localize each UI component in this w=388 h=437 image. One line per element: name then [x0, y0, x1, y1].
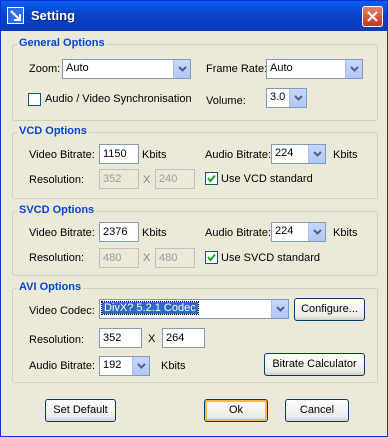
vcd-video-bitrate-input[interactable]: 1150	[99, 144, 139, 164]
vcd-resolution-label: Resolution:	[29, 174, 85, 186]
vcd-use-standard-label[interactable]: Use VCD standard	[221, 173, 313, 185]
vcd-audio-bitrate-value: 224	[275, 147, 294, 159]
avi-audio-bitrate-value: 192	[103, 359, 122, 371]
chevron-down-icon	[294, 95, 303, 101]
group-legend: SVCD Options	[17, 204, 97, 216]
cancel-button[interactable]: Cancel	[285, 399, 349, 422]
svcd-res-width-input: 480	[99, 248, 139, 268]
avi-audio-bitrate-unit: Kbits	[161, 360, 186, 372]
chevron-down-icon	[137, 363, 146, 369]
vcd-res-width-input: 352	[99, 169, 139, 189]
zoom-select[interactable]: Auto	[62, 59, 191, 79]
group-legend: AVI Options	[17, 281, 84, 293]
vcd-res-separator: X	[143, 174, 151, 186]
svcd-audio-bitrate-label: Audio Bitrate:	[205, 227, 272, 239]
vcd-audio-bitrate-select[interactable]: 224	[271, 144, 326, 164]
close-button[interactable]	[362, 6, 383, 27]
svcd-res-separator: X	[143, 252, 151, 264]
avi-codec-label: Video Codec:	[29, 305, 95, 317]
bitrate-calculator-button[interactable]: Bitrate Calculator	[264, 353, 365, 376]
window-title: Setting	[31, 8, 76, 23]
chevron-down-icon	[313, 229, 322, 235]
avi-res-separator: X	[148, 333, 156, 345]
svcd-resolution-label: Resolution:	[29, 252, 85, 264]
svcd-video-bitrate-input[interactable]: 2376	[99, 222, 139, 242]
avi-audio-bitrate-label: Audio Bitrate:	[29, 360, 96, 372]
vcd-use-standard-checkbox[interactable]	[205, 172, 218, 185]
group-legend: General Options	[17, 37, 107, 49]
set-default-button[interactable]: Set Default	[45, 399, 116, 422]
title-bar[interactable]: Setting	[1, 1, 387, 31]
app-arrow-icon[interactable]	[7, 7, 24, 24]
zoom-value: Auto	[66, 62, 89, 74]
vcd-audio-bitrate-unit: Kbits	[333, 149, 358, 161]
zoom-label: Zoom:	[29, 63, 61, 75]
avi-audio-bitrate-select[interactable]: 192	[99, 356, 150, 376]
configure-button[interactable]: Configure...	[294, 298, 365, 321]
dropdown-button[interactable]	[308, 223, 325, 241]
chevron-down-icon	[313, 151, 322, 157]
svcd-res-height-input: 480	[155, 248, 195, 268]
av-sync-checkbox[interactable]	[28, 93, 41, 106]
svcd-audio-bitrate-select[interactable]: 224	[271, 222, 326, 242]
dropdown-button[interactable]	[308, 145, 325, 163]
vcd-res-height-input: 240	[155, 169, 195, 189]
svcd-options-group: SVCD Options	[12, 204, 378, 276]
group-legend: VCD Options	[17, 125, 89, 137]
dropdown-button[interactable]	[289, 89, 306, 107]
close-icon	[367, 11, 378, 22]
svcd-use-standard-label[interactable]: Use SVCD standard	[221, 252, 320, 264]
chevron-down-icon	[276, 306, 285, 312]
avi-res-width-input[interactable]: 352	[99, 328, 142, 348]
volume-select[interactable]: 3.0	[266, 88, 307, 108]
svcd-audio-bitrate-unit: Kbits	[333, 227, 358, 239]
svcd-use-standard-checkbox[interactable]	[205, 251, 218, 264]
avi-codec-select[interactable]: DivX? 5.2.1 Codec	[99, 299, 289, 319]
frame-rate-select[interactable]: Auto	[266, 59, 363, 79]
avi-codec-value: DivX? 5.2.1 Codec	[101, 301, 199, 315]
vcd-video-bitrate-label: Video Bitrate:	[29, 149, 95, 161]
chevron-down-icon	[178, 66, 187, 72]
settings-dialog: Setting General Options Zoom: Auto Frame…	[0, 0, 388, 437]
dropdown-button[interactable]	[132, 357, 149, 375]
svcd-audio-bitrate-value: 224	[275, 225, 294, 237]
avi-res-height-input[interactable]: 264	[162, 328, 205, 348]
av-sync-label[interactable]: Audio / Video Synchronisation	[45, 93, 192, 105]
frame-rate-value: Auto	[270, 62, 293, 74]
checkmark-icon	[207, 174, 216, 183]
frame-rate-label: Frame Rate:	[206, 63, 268, 75]
vcd-audio-bitrate-label: Audio Bitrate:	[205, 149, 272, 161]
dropdown-button[interactable]	[173, 60, 190, 78]
dropdown-button[interactable]	[271, 300, 288, 318]
vcd-video-bitrate-unit: Kbits	[142, 149, 167, 161]
volume-label: Volume:	[206, 95, 246, 107]
svcd-video-bitrate-unit: Kbits	[142, 227, 167, 239]
avi-resolution-label: Resolution:	[29, 334, 85, 346]
checkmark-icon	[207, 253, 216, 262]
ok-button[interactable]: Ok	[204, 399, 268, 422]
volume-value: 3.0	[270, 91, 286, 103]
general-options-group: General Options	[12, 37, 378, 121]
chevron-down-icon	[350, 66, 359, 72]
svcd-video-bitrate-label: Video Bitrate:	[29, 227, 95, 239]
vcd-options-group: VCD Options	[12, 125, 378, 199]
dropdown-button[interactable]	[345, 60, 362, 78]
